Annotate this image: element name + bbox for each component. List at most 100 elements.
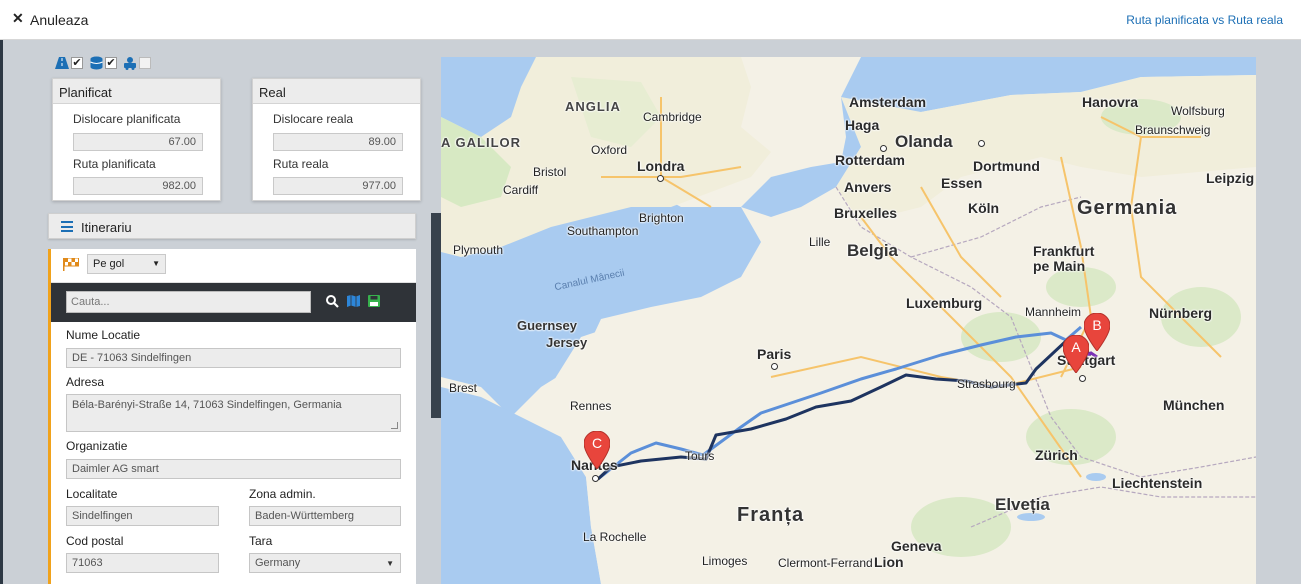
itinerary-title: Itinerariu <box>81 220 132 235</box>
map-label-belgia: Belgia <box>847 241 899 260</box>
planned-displacement-value: 67.00 <box>73 133 203 151</box>
map-label-clermont: Clermont-Ferrand <box>778 556 873 570</box>
panel-splitter[interactable] <box>431 213 441 418</box>
stop-type-value: Pe gol <box>93 258 125 270</box>
address-value: Béla-Barényi-Straße 14, 71063 Sindelfing… <box>72 399 342 411</box>
map-label-lille: Lille <box>809 235 831 249</box>
map-label-luxemburg: Luxemburg <box>906 295 983 311</box>
map-label-londra: Londra <box>637 158 685 174</box>
map-label-brest: Brest <box>449 381 478 395</box>
modal-header: ✕ Anuleaza Ruta planificata vs Ruta real… <box>0 0 1301 40</box>
map-label-bruxelles: Bruxelles <box>834 205 898 221</box>
organization-label: Organizatie <box>66 439 128 453</box>
map-label-olanda: Olanda <box>895 132 953 151</box>
real-route-label: Ruta reala <box>273 157 329 171</box>
location-search-input[interactable]: Cauta... <box>66 291 311 313</box>
city-dot <box>978 140 985 147</box>
map-view[interactable]: ANGLIA A GALILOR Cambridge Oxford Londra… <box>441 57 1256 584</box>
stop-type-select[interactable]: Pe gol ▼ <box>87 254 166 274</box>
map-label-nurnberg: Nürnberg <box>1149 305 1212 321</box>
close-icon[interactable]: ✕ <box>12 10 24 27</box>
planned-route-value: 982.00 <box>73 177 203 195</box>
city-dot <box>592 475 599 482</box>
map-label-rotterdam: Rotterdam <box>835 152 906 168</box>
itinerary-header[interactable]: Itinerariu <box>48 213 416 239</box>
map-label-liechtenstein: Liechtenstein <box>1112 475 1203 491</box>
stack-icon <box>89 56 103 70</box>
map-label-geneva: Geneva <box>891 538 942 554</box>
location-name-label: Nume Locatie <box>66 328 141 342</box>
planned-summary-panel: Planificat Dislocare planificata 67.00 R… <box>52 78 221 201</box>
map-label-germania: Germania <box>1077 197 1178 219</box>
map-label-hanovra: Hanovra <box>1082 94 1139 110</box>
chevron-down-icon: ▼ <box>152 259 160 268</box>
real-route-value: 977.00 <box>273 177 403 195</box>
route-marker-b[interactable]: B <box>1083 312 1111 352</box>
map-label-paris: Paris <box>757 346 792 362</box>
map-label-la-rochelle: La Rochelle <box>583 530 647 544</box>
stop-toolbar: Pe gol ▼ <box>51 249 416 283</box>
map-label-cambridge: Cambridge <box>643 110 702 124</box>
map-label-essen: Essen <box>941 175 983 191</box>
map-label-limoges: Limoges <box>702 554 748 568</box>
map-label-wolfsburg: Wolfsburg <box>1171 104 1225 118</box>
real-displacement-label: Dislocare reala <box>273 112 354 126</box>
map-label-amsterdam: Amsterdam <box>849 94 927 110</box>
vehicle-layer-checkbox[interactable] <box>139 57 151 69</box>
postal-code-field[interactable]: 71063 <box>66 553 219 573</box>
admin-zone-field[interactable]: Baden-Württemberg <box>249 506 401 526</box>
map-label-tours: Tours <box>685 449 715 463</box>
route-marker-c[interactable]: C <box>583 430 611 470</box>
map-label-rennes: Rennes <box>570 399 612 413</box>
location-name-field[interactable]: DE - 71063 Sindelfingen <box>66 348 401 368</box>
checkered-flag-icon <box>63 257 79 274</box>
real-displacement-value: 89.00 <box>273 133 403 151</box>
marker-c-letter: C <box>591 435 603 451</box>
admin-zone-label: Zona admin. <box>249 487 316 501</box>
map-label-oxford: Oxford <box>591 143 628 157</box>
road-layer-checkbox[interactable]: ✔ <box>71 57 83 69</box>
country-select[interactable]: Germany ▼ <box>249 553 401 573</box>
stop-details-panel: Pe gol ▼ Cauta... Nume Locatie DE - 7106… <box>48 249 416 584</box>
map-label-koln: Köln <box>968 200 1000 216</box>
save-icon[interactable] <box>368 295 380 310</box>
real-summary-panel: Real Dislocare reala 89.00 Ruta reala 97… <box>252 78 421 201</box>
stack-layer-checkbox[interactable]: ✔ <box>105 57 117 69</box>
map-label-munchen: München <box>1163 397 1225 413</box>
address-label: Adresa <box>66 375 105 389</box>
search-toolbar: Cauta... <box>51 283 416 322</box>
planned-route-label: Ruta planificata <box>73 157 156 171</box>
real-panel-title: Real <box>253 79 420 104</box>
address-field[interactable]: Béla-Barényi-Straße 14, 71063 Sindelfing… <box>66 394 401 432</box>
map-icon[interactable] <box>347 295 360 310</box>
map-label-anglia: ANGLIA <box>565 99 621 114</box>
map-label-strasbourg: Strasbourg <box>957 377 1016 391</box>
map-label-braunschweig: Braunschweig <box>1135 123 1211 137</box>
road-icon <box>55 56 69 70</box>
map-label-guernsey: Guernsey <box>517 318 577 333</box>
menu-icon[interactable] <box>61 221 73 232</box>
map-label-franta: Franța <box>737 504 805 526</box>
city-field[interactable]: Sindelfingen <box>66 506 219 526</box>
city-dot <box>880 145 887 152</box>
map-label-frankfurt: Frankfurt pe Main <box>1033 243 1095 274</box>
map-label-zurich: Zürich <box>1035 447 1078 463</box>
postal-code-label: Cod postal <box>66 534 124 548</box>
country-label: Tara <box>249 534 273 548</box>
modal-title[interactable]: Anuleaza <box>30 12 88 28</box>
planned-vs-real-link[interactable]: Ruta planificata vs Ruta reala <box>1126 13 1283 27</box>
organization-field[interactable]: Daimler AG smart <box>66 459 401 479</box>
map-label-dortmund: Dortmund <box>973 158 1040 174</box>
map-label-brighton: Brighton <box>639 211 684 225</box>
search-icon[interactable] <box>326 295 339 311</box>
map-label-leipzig: Leipzig <box>1206 170 1255 186</box>
vehicle-icon <box>123 56 137 70</box>
map-label-southampton: Southampton <box>567 224 639 238</box>
resize-handle[interactable] <box>391 422 398 429</box>
city-dot <box>771 363 778 370</box>
city-dot <box>657 175 664 182</box>
map-label-plymouth: Plymouth <box>453 243 504 257</box>
left-edge-bar <box>0 40 3 584</box>
map-label-haga: Haga <box>845 117 880 133</box>
map-label-anvers: Anvers <box>844 179 892 195</box>
